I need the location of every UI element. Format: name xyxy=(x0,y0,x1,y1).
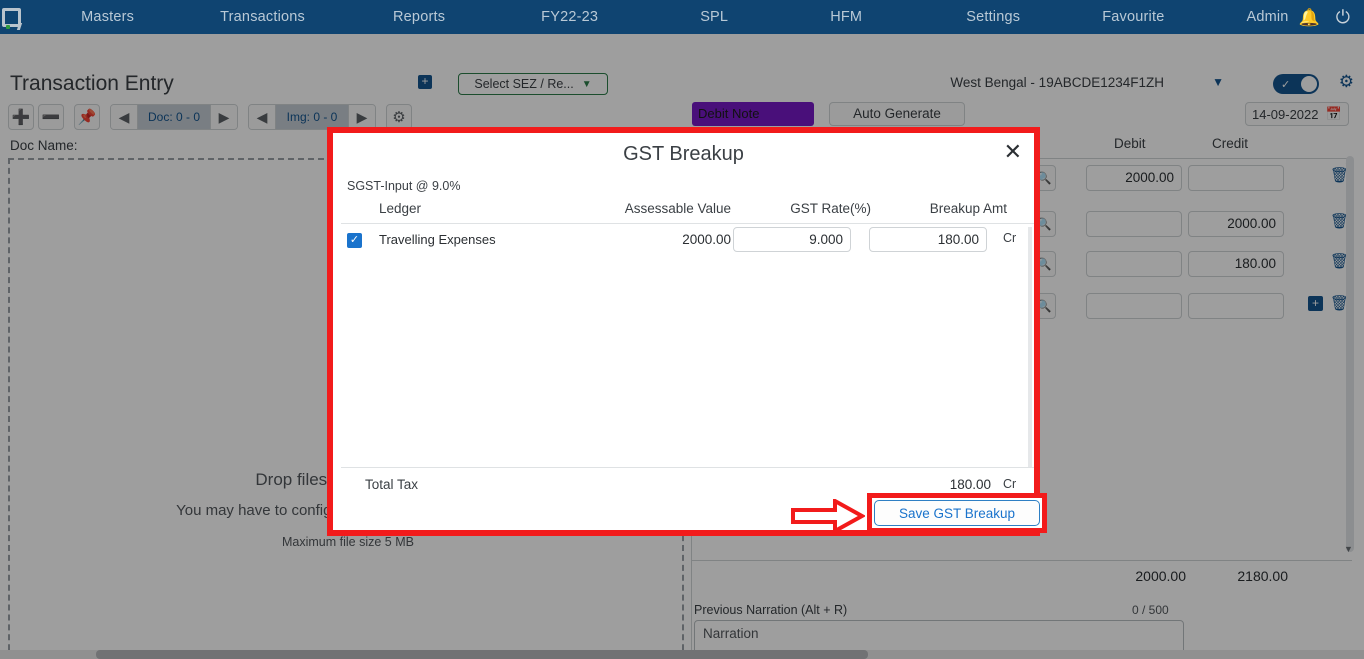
table-row: ✓ Travelling Expenses 2000.00 9.000 180.… xyxy=(333,227,1034,263)
power-icon[interactable]: ⏻ xyxy=(1336,8,1350,26)
nav-item-spl[interactable]: SPL xyxy=(690,0,738,34)
save-button-highlight: Save GST Breakup xyxy=(867,493,1047,533)
modal-column-header-assessable-value: Assessable Value xyxy=(601,201,731,216)
save-gst-breakup-button[interactable]: Save GST Breakup xyxy=(874,500,1040,526)
nav-item-fy22-23[interactable]: FY22-23 xyxy=(531,0,608,34)
nav-item-reports[interactable]: Reports xyxy=(383,0,455,34)
row-gst-rate-input[interactable]: 9.000 xyxy=(733,227,851,252)
modal-scrollbar[interactable] xyxy=(1028,227,1032,467)
nav-item-settings[interactable]: Settings xyxy=(956,0,1030,34)
modal-column-header-gst-rate: GST Rate(%) xyxy=(751,201,871,216)
logo-icon xyxy=(2,8,21,27)
modal-column-header-ledger: Ledger xyxy=(379,201,421,216)
total-tax-label: Total Tax xyxy=(365,477,418,492)
app-logo[interactable] xyxy=(0,0,23,34)
top-navigation-bar: Masters Transactions Reports FY22-23 SPL… xyxy=(0,0,1364,34)
modal-column-header-breakup-amt: Breakup Amt xyxy=(881,201,1007,216)
row-ledger-name: Travelling Expenses xyxy=(379,232,496,247)
nav-item-admin[interactable]: Admin xyxy=(1236,0,1298,34)
nav-item-transactions[interactable]: Transactions xyxy=(210,0,315,34)
modal-header-divider xyxy=(341,223,1034,224)
row-breakup-amount-input[interactable]: 180.00 xyxy=(869,227,987,252)
modal-title: GST Breakup xyxy=(333,143,1034,166)
nav-item-hfm[interactable]: HFM xyxy=(820,0,872,34)
nav-item-favourite[interactable]: Favourite xyxy=(1092,0,1174,34)
bell-icon[interactable]: 🔔 xyxy=(1299,9,1320,26)
row-assessable-value: 2000.00 xyxy=(601,232,731,247)
nav-items: Masters Transactions Reports FY22-23 SPL… xyxy=(23,0,1298,34)
row-checkbox[interactable]: ✓ xyxy=(347,233,362,248)
app-root: Masters Transactions Reports FY22-23 SPL… xyxy=(0,0,1364,659)
total-tax-value: 180.00 xyxy=(861,477,991,492)
close-icon[interactable]: ✕ xyxy=(1004,141,1022,163)
modal-subtitle: SGST-Input @ 9.0% xyxy=(347,179,460,193)
nav-item-masters[interactable]: Masters xyxy=(71,0,144,34)
annotation-arrow-icon xyxy=(791,499,865,533)
row-debit-credit-indicator: Cr xyxy=(1003,231,1016,245)
nav-right-actions: 🔔 ⏻ xyxy=(1299,8,1364,26)
total-tax-dc-indicator: Cr xyxy=(1003,477,1016,491)
gst-breakup-modal-highlight: GST Breakup ✕ SGST-Input @ 9.0% Ledger A… xyxy=(327,127,1040,536)
modal-footer-divider xyxy=(341,467,1034,468)
gst-breakup-modal: GST Breakup ✕ SGST-Input @ 9.0% Ledger A… xyxy=(333,133,1034,530)
